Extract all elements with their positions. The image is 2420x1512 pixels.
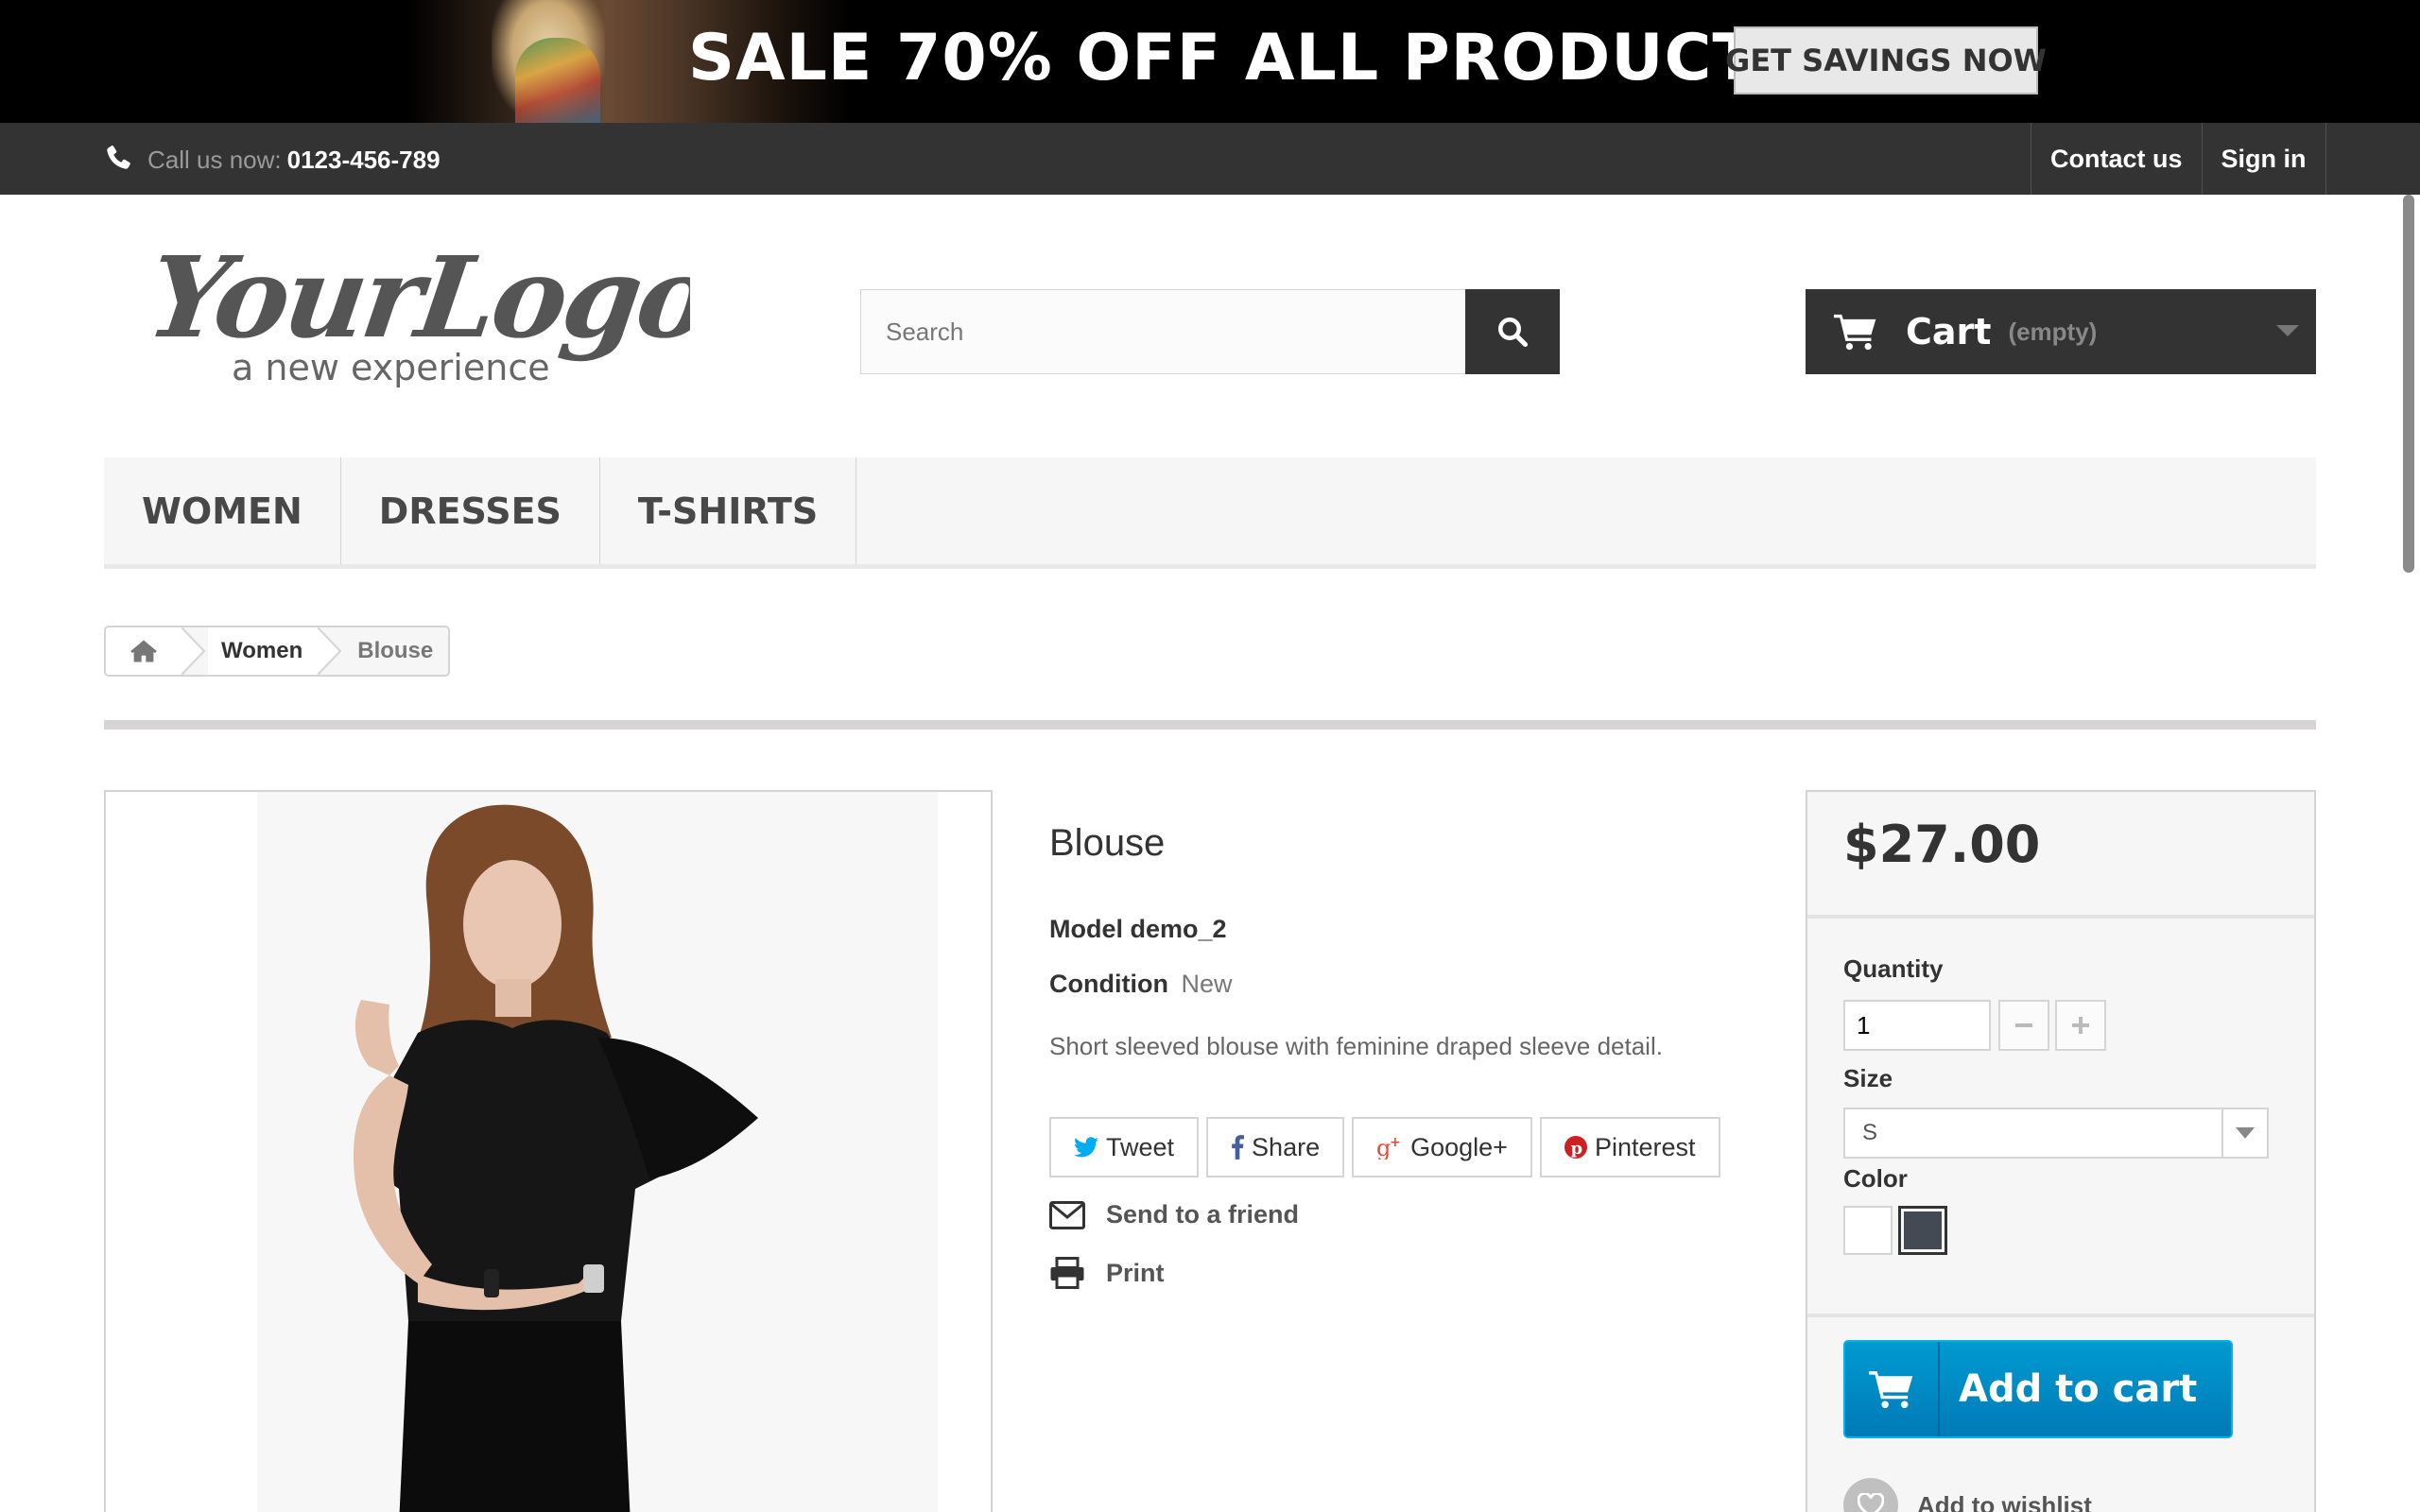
envelope-icon xyxy=(1049,1200,1085,1229)
color-label: Color xyxy=(1843,1164,1908,1193)
cart-icon xyxy=(1845,1342,1940,1436)
product-price: $27.00 xyxy=(1843,815,2041,874)
breadcrumb-women[interactable]: Women xyxy=(208,627,319,675)
product-photo xyxy=(257,792,938,1512)
promo-banner[interactable]: SALE 70% OFF ALL PRODUCTS GET SAVINGS NO… xyxy=(0,0,2420,123)
model-value: demo_2 xyxy=(1130,915,1227,943)
price-area: $27.00 xyxy=(1807,792,2314,919)
share-button[interactable]: Share xyxy=(1206,1117,1345,1177)
google-plus-label: Google+ xyxy=(1410,1132,1508,1161)
pinterest-label: Pinterest xyxy=(1594,1132,1696,1161)
quantity-label: Quantity xyxy=(1843,954,1944,983)
menu-item-tshirts[interactable]: T-SHIRTS xyxy=(600,457,857,564)
menu-item-dresses[interactable]: DRESSES xyxy=(341,457,600,564)
cart-icon xyxy=(1834,314,1876,351)
account-links: Contact us Sign in xyxy=(2031,123,2326,195)
tweet-button[interactable]: Tweet xyxy=(1049,1117,1200,1177)
cart-button[interactable]: Cart (empty) xyxy=(1806,289,2316,374)
facebook-icon xyxy=(1232,1135,1245,1160)
store-logo[interactable]: YourLogo a new experience xyxy=(151,231,690,401)
breadcrumb-current: Blouse xyxy=(357,638,434,663)
buy-box: $27.00 Quantity Size S Color Add to cart… xyxy=(1806,790,2316,1512)
cart-status: (empty) xyxy=(2008,317,2098,346)
add-to-cart-button[interactable]: Add to cart xyxy=(1843,1340,2233,1438)
product-condition: Condition New xyxy=(1049,970,1233,999)
buy-box-divider xyxy=(1807,1314,2314,1317)
chevron-down-icon xyxy=(2276,325,2299,336)
add-to-wishlist-link[interactable]: Add to wishlist xyxy=(1843,1478,2092,1512)
phone-number: 0123-456-789 xyxy=(286,145,441,174)
wishlist-label: Add to wishlist xyxy=(1917,1490,2092,1512)
search-bar xyxy=(860,289,1560,374)
plus-icon xyxy=(2072,1017,2089,1034)
quantity-increase-button[interactable] xyxy=(2055,1000,2106,1051)
svg-text:YourLogo: YourLogo xyxy=(151,232,690,363)
phone-icon xyxy=(107,146,130,169)
pinterest-icon: p xyxy=(1564,1136,1587,1159)
model-label: Model xyxy=(1049,915,1123,943)
heart-icon xyxy=(1843,1478,1898,1512)
add-to-cart-label: Add to cart xyxy=(1959,1367,2198,1411)
product-description: Short sleeved blouse with feminine drape… xyxy=(1049,1032,1663,1060)
size-label: Size xyxy=(1843,1064,1893,1092)
svg-text:a new experience: a new experience xyxy=(232,347,550,388)
size-select[interactable]: S xyxy=(1843,1108,2269,1159)
condition-label: Condition xyxy=(1049,970,1168,998)
sign-in-link[interactable]: Sign in xyxy=(2201,123,2326,195)
main-menu: WOMEN DRESSES T-SHIRTS xyxy=(104,457,2316,569)
banner-headline: SALE 70% OFF ALL PRODUCTS xyxy=(688,21,1805,95)
size-value: S xyxy=(1862,1120,1878,1145)
call-label: Call us now: xyxy=(147,145,282,174)
minus-icon xyxy=(2015,1023,2032,1027)
search-button[interactable] xyxy=(1465,289,1560,374)
home-icon xyxy=(130,640,157,662)
chevron-down-icon xyxy=(2221,1109,2267,1157)
banner-model-figure xyxy=(515,38,600,123)
social-share-buttons: Tweet Share g + Google+ p Pinterest xyxy=(1049,1117,1720,1177)
twitter-icon xyxy=(1074,1137,1098,1158)
breadcrumb-home[interactable] xyxy=(106,627,182,675)
page-scrollbar[interactable] xyxy=(2403,195,2414,573)
top-nav-bar: Call us now: 0123-456-789 Contact us Sig… xyxy=(0,123,2420,195)
contact-us-link[interactable]: Contact us xyxy=(2031,123,2202,195)
breadcrumb-separator xyxy=(182,627,208,675)
google-plus-button[interactable]: g + Google+ xyxy=(1352,1117,1532,1177)
menu-item-women[interactable]: WOMEN xyxy=(104,457,341,564)
svg-text:+: + xyxy=(1390,1135,1401,1150)
product-title: Blouse xyxy=(1049,822,1166,864)
color-swatch-white[interactable] xyxy=(1843,1206,1893,1255)
share-label: Share xyxy=(1252,1132,1321,1161)
google-plus-icon: g + xyxy=(1376,1135,1401,1160)
print-link[interactable]: Print xyxy=(1049,1257,1165,1289)
call-us-info: Call us now: 0123-456-789 xyxy=(102,144,441,176)
quantity-decrease-button[interactable] xyxy=(1998,1000,2049,1051)
cart-label: Cart xyxy=(1906,311,1992,352)
quantity-input[interactable] xyxy=(1843,1000,1991,1051)
breadcrumb-separator xyxy=(318,627,345,675)
search-icon xyxy=(1498,318,1529,348)
send-to-friend-label: Send to a friend xyxy=(1106,1200,1300,1228)
print-label: Print xyxy=(1106,1258,1165,1287)
search-input[interactable] xyxy=(860,289,1465,374)
color-swatch-dark-grey[interactable] xyxy=(1898,1206,1947,1255)
breadcrumb: Women Blouse xyxy=(104,626,451,677)
product-image[interactable] xyxy=(104,790,993,1512)
tweet-label: Tweet xyxy=(1106,1132,1175,1161)
product-model: Model demo_2 xyxy=(1049,915,1227,944)
svg-text:p: p xyxy=(1570,1139,1582,1159)
pinterest-button[interactable]: p Pinterest xyxy=(1539,1117,1720,1177)
condition-value: New xyxy=(1181,970,1233,998)
printer-icon xyxy=(1050,1257,1084,1289)
get-savings-button[interactable]: GET SAVINGS NOW xyxy=(1725,26,2047,94)
section-divider xyxy=(104,720,2316,730)
send-to-friend-link[interactable]: Send to a friend xyxy=(1049,1200,1299,1229)
